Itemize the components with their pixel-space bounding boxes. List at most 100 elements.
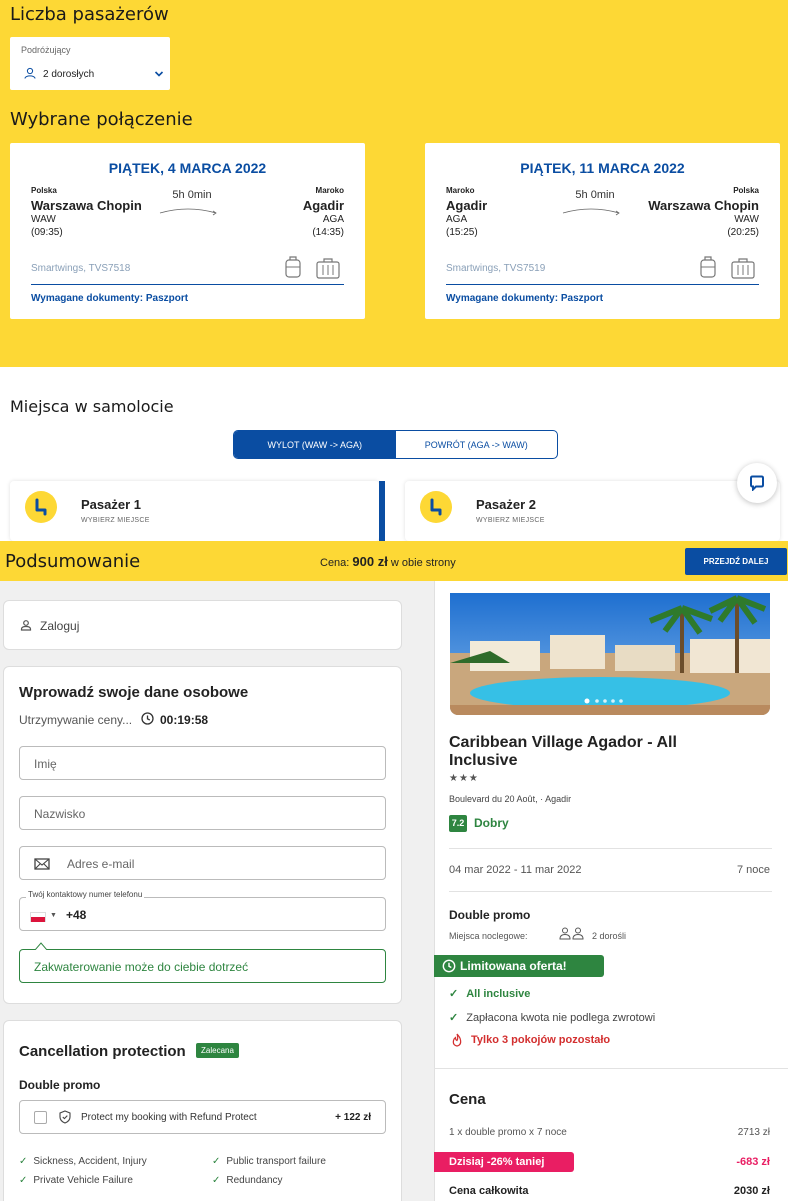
divider bbox=[449, 891, 772, 892]
rating-badge: 7.2 bbox=[449, 815, 467, 832]
backpack-icon bbox=[700, 256, 716, 278]
flame-icon bbox=[452, 1033, 462, 1047]
to-code: AGA bbox=[322, 214, 344, 225]
check-icon: ✓ bbox=[19, 1175, 28, 1186]
return-date: PIĄTEK, 11 MARCA 2022 bbox=[520, 160, 685, 176]
from-country: Maroko bbox=[446, 186, 475, 195]
tab-outbound[interactable]: WYLOT (WAW -> AGA) bbox=[234, 431, 396, 458]
passenger-1-card[interactable]: Pasażer 1 WYBIERZ MIEJSCE bbox=[10, 481, 379, 541]
flight-duration: 5h 0min bbox=[172, 189, 212, 201]
discount-badge: Dzisiaj -26% taniej bbox=[434, 1152, 574, 1172]
travellers-value: 2 dorosłych bbox=[43, 69, 95, 80]
choose-seat-label: WYBIERZ MIEJSCE bbox=[81, 517, 150, 524]
email-placeholder: Adres e-mail bbox=[67, 857, 135, 871]
check-icon: ✓ bbox=[19, 1156, 28, 1167]
connection-title: Wybrane połączenie bbox=[10, 109, 193, 130]
seat-icon bbox=[25, 491, 57, 523]
chat-button[interactable] bbox=[737, 463, 777, 503]
first-name-input[interactable]: Imię bbox=[19, 746, 386, 780]
check-icon: ✓ bbox=[212, 1175, 221, 1186]
refund-option-price: + 122 zł bbox=[335, 1112, 371, 1123]
hotel-name[interactable]: Caribbean Village Agador - All Inclusive bbox=[449, 734, 749, 770]
hotel-stars: ★★★ bbox=[449, 773, 479, 784]
carrier: Smartwings, TVS7519 bbox=[446, 263, 546, 274]
summary-price: Cena: 900 zł w obie strony bbox=[320, 554, 456, 569]
clock-icon bbox=[442, 959, 456, 973]
phone-label: Twój kontaktowy numer telefonu bbox=[26, 890, 145, 899]
shield-check-icon bbox=[59, 1110, 71, 1124]
beds-value: 2 dorośli bbox=[592, 931, 627, 941]
limited-offer-badge: Limitowana oferta! bbox=[434, 955, 604, 977]
from-code: WAW bbox=[31, 214, 56, 225]
cancellation-title: Cancellation protection bbox=[19, 1043, 186, 1060]
refund-checkbox[interactable] bbox=[34, 1111, 47, 1124]
active-indicator bbox=[379, 481, 385, 541]
choose-seat-label: WYBIERZ MIEJSCE bbox=[476, 517, 545, 524]
feature-item: ✓ Public transport failure bbox=[212, 1156, 326, 1167]
poland-flag-icon[interactable] bbox=[30, 912, 46, 922]
to-code: WAW bbox=[734, 214, 759, 225]
outbound-flight-card: PIĄTEK, 4 MARCA 2022 Polska Warszawa Cho… bbox=[10, 143, 365, 319]
rooms-left: Tylko 3 pokojów pozostało bbox=[471, 1034, 611, 1046]
last-name-input[interactable]: Nazwisko bbox=[19, 796, 386, 830]
price-title: Cena bbox=[449, 1091, 486, 1108]
passenger-name: Pasażer 2 bbox=[476, 497, 536, 512]
to-city: Agadir bbox=[302, 198, 344, 213]
check-icon: ✓ bbox=[212, 1156, 221, 1167]
direction-tabs: WYLOT (WAW -> AGA) POWRÓT (AGA -> WAW) bbox=[233, 430, 558, 459]
card-divider bbox=[446, 284, 759, 285]
from-city: Agadir bbox=[446, 198, 488, 213]
passenger-name: Pasażer 1 bbox=[81, 497, 141, 512]
rating-text: Dobry bbox=[474, 816, 509, 830]
divider bbox=[434, 1068, 788, 1069]
discount-value: -683 zł bbox=[736, 1156, 770, 1168]
cancellation-room: Double promo bbox=[19, 1078, 101, 1092]
from-time: (15:25) bbox=[446, 227, 478, 238]
passenger-2-card[interactable]: Pasażer 2 WYBIERZ MIEJSCE bbox=[405, 481, 780, 541]
check-icon: ✓ bbox=[449, 1012, 459, 1024]
next-button[interactable]: PRZEJDŹ DALEJ bbox=[685, 548, 787, 575]
contact-tip-text: Zakwaterowanie może do ciebie dotrzeć bbox=[34, 960, 249, 974]
caret-down-icon: ▼ bbox=[50, 912, 57, 919]
feature-item: ✓ Sickness, Accident, Injury bbox=[19, 1156, 147, 1167]
hotel-address: Boulevard du 20 Août, · Agadir bbox=[449, 794, 572, 804]
from-code: AGA bbox=[446, 214, 468, 225]
price-hold-timer: 00:19:58 bbox=[160, 713, 209, 727]
tab-return[interactable]: POWRÓT (AGA -> WAW) bbox=[396, 431, 558, 458]
user-icon bbox=[20, 620, 32, 631]
refund-protect-option[interactable]: Protect my booking with Refund Protect +… bbox=[19, 1100, 386, 1134]
chevron-down-icon bbox=[154, 71, 164, 77]
price-suffix: w obie strony bbox=[390, 557, 456, 569]
to-country: Polska bbox=[733, 186, 759, 195]
backpack-icon bbox=[285, 256, 301, 278]
seat-icon bbox=[420, 491, 452, 523]
travellers-select[interactable]: Podróżujący 2 dorosłych bbox=[10, 37, 170, 90]
flight-arc-icon bbox=[159, 208, 217, 216]
from-country: Polska bbox=[31, 186, 57, 195]
hotel-photo[interactable] bbox=[450, 593, 770, 715]
nonrefundable-note: ✓ Zapłacona kwota nie podlega zwrotowi bbox=[449, 1012, 656, 1024]
stay-nights: 7 noce bbox=[736, 864, 770, 876]
contact-tip: Zakwaterowanie może do ciebie dotrzeć bbox=[19, 949, 386, 983]
stay-dates: 04 mar 2022 - 11 mar 2022 bbox=[449, 864, 582, 876]
room-type: Double promo bbox=[449, 908, 531, 922]
email-input[interactable]: Adres e-mail bbox=[19, 846, 386, 880]
first-name-placeholder: Imię bbox=[34, 757, 57, 771]
feature-item: ✓ Redundancy bbox=[212, 1175, 283, 1186]
board-type: ✓ All inclusive bbox=[449, 988, 531, 1000]
to-city: Warszawa Chopin bbox=[648, 198, 759, 213]
recommended-badge: Zalecana bbox=[196, 1043, 239, 1058]
required-documents: Wymagane dokumenty: Paszport bbox=[446, 293, 604, 304]
summary-bar: Podsumowanie Cena: 900 zł w obie strony … bbox=[0, 541, 788, 581]
login-card[interactable]: Zaloguj bbox=[3, 600, 402, 650]
phone-input[interactable]: ▼ +48 bbox=[19, 897, 386, 931]
from-time: (09:35) bbox=[31, 227, 63, 238]
travellers-label: Podróżujący bbox=[21, 45, 71, 55]
return-flight-card: PIĄTEK, 11 MARCA 2022 Maroko Agadir AGA … bbox=[425, 143, 780, 319]
tip-pointer bbox=[35, 942, 47, 950]
price-line-label: 1 x double promo x 7 noce bbox=[449, 1127, 567, 1138]
price-line-value: 2713 zł bbox=[737, 1127, 770, 1138]
refund-option-label: Protect my booking with Refund Protect bbox=[81, 1112, 257, 1123]
chat-icon bbox=[750, 475, 764, 491]
column-divider bbox=[434, 581, 435, 1201]
